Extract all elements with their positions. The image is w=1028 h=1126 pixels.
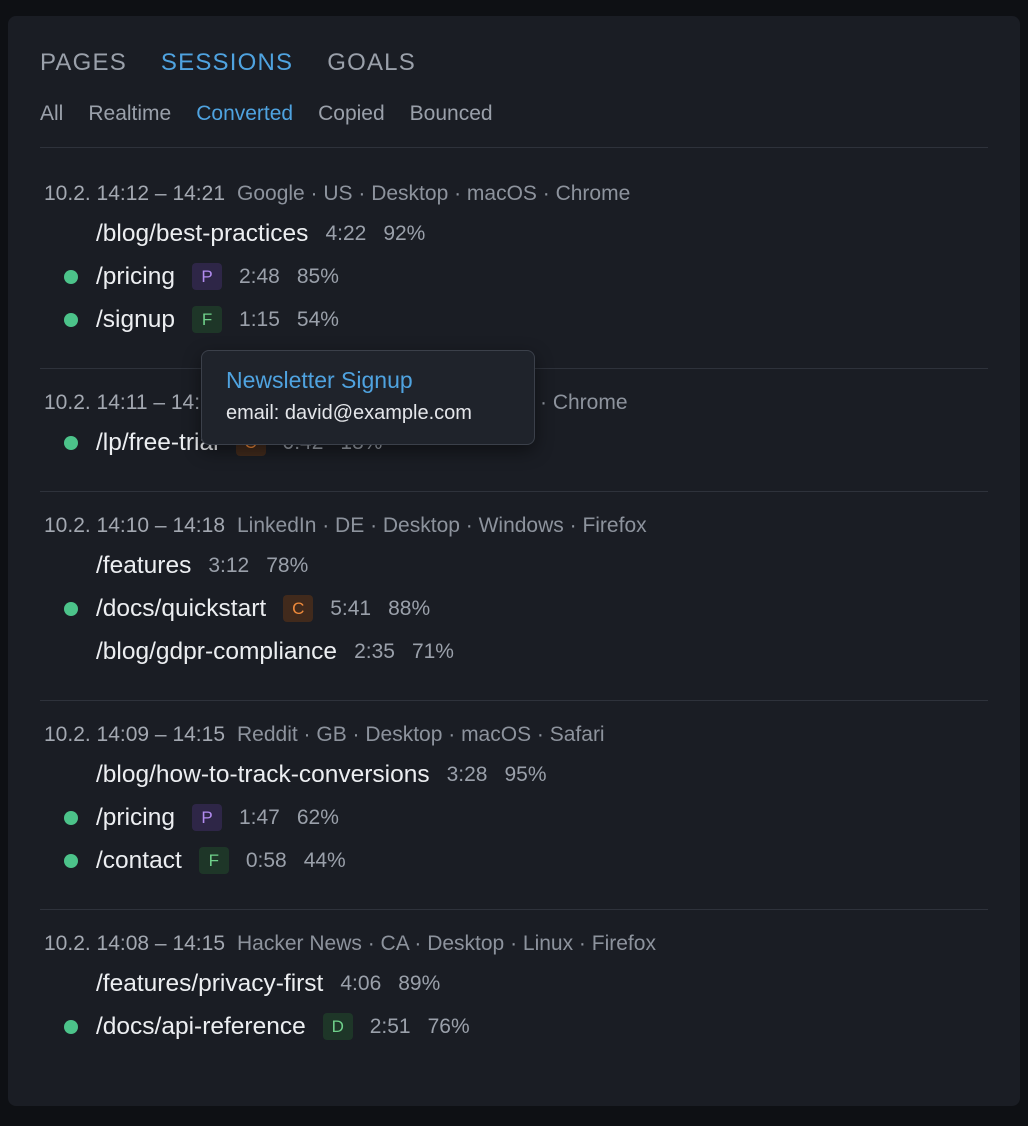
session-time: 10.2. 14:08 – 14:15 — [44, 932, 225, 955]
conversion-dot — [64, 810, 78, 825]
session-time: 10.2. 14:09 – 14:15 — [44, 723, 225, 746]
conversion-dot — [64, 312, 78, 327]
page-duration: 1:47 — [238, 805, 280, 829]
page-row[interactable]: /docs/api-reference D 2:51 76% — [44, 1005, 990, 1048]
page-duration: 2:51 — [369, 1014, 411, 1038]
page-path[interactable]: /docs/api-reference — [96, 1013, 306, 1041]
page-scroll-percent: 89% — [398, 971, 441, 995]
page-path[interactable]: /blog/best-practices — [96, 220, 308, 248]
page-row[interactable]: /features 3:12 78% — [44, 544, 990, 587]
page-path[interactable]: /features/privacy-first — [96, 970, 323, 998]
session-meta: 10.2. 14:08 – 14:15 Hacker News · CA · De… — [44, 931, 990, 957]
page-path[interactable]: /blog/gdpr-compliance — [96, 638, 337, 666]
conversion-dot — [64, 853, 78, 868]
divider — [40, 700, 988, 701]
page-row[interactable]: /blog/gdpr-compliance 2:35 71% — [44, 630, 990, 673]
session-item[interactable]: 10.2. 14:10 – 14:18 LinkedIn · DE · Deskt… — [44, 513, 990, 673]
page-duration: 3:12 — [208, 553, 250, 577]
session-time: 10.2. 14:12 – 14:21 — [44, 182, 225, 205]
session-info: LinkedIn · DE · Desktop · Windows · Fire… — [237, 514, 647, 537]
page-scroll-percent: 88% — [388, 596, 431, 620]
view-tabs: PAGES SESSIONS GOALS — [40, 49, 416, 77]
tooltip-detail: email: david@example.com — [226, 402, 472, 424]
divider — [40, 909, 988, 910]
conversion-dot — [64, 1019, 78, 1034]
page-duration: 1:15 — [239, 307, 280, 331]
page-scroll-percent: 62% — [296, 805, 339, 829]
page-path[interactable]: /contact — [96, 847, 182, 875]
goal-badge[interactable]: P — [191, 804, 222, 831]
session-time: 10.2. 14:10 – 14:18 — [44, 514, 225, 537]
tooltip-title: Newsletter Signup — [226, 367, 413, 393]
conversion-dot — [64, 269, 78, 284]
page-duration: 0:58 — [245, 848, 287, 872]
page-row[interactable]: /pricing P 2:48 85% — [44, 255, 990, 298]
tab-sessions[interactable]: SESSIONS — [161, 49, 293, 77]
page-row[interactable]: /signup F 1:15 54% — [44, 298, 990, 341]
page-duration: 2:48 — [238, 264, 280, 288]
goal-tooltip: Newsletter Signup email: david@example.c… — [201, 350, 535, 445]
page-duration: 2:35 — [354, 639, 395, 663]
page-path[interactable]: /features — [96, 552, 191, 580]
page-scroll-percent: 76% — [427, 1014, 470, 1038]
goal-badge[interactable]: F — [198, 847, 229, 874]
session-time: 10.2. 14:11 – 14: — [44, 391, 201, 414]
page-scroll-percent: 78% — [266, 553, 309, 577]
page-scroll-percent: 85% — [296, 264, 339, 288]
page-scroll-percent: 44% — [303, 848, 346, 872]
page-path[interactable]: /docs/quickstart — [96, 595, 266, 623]
page-scroll-percent: 54% — [296, 307, 339, 331]
page-path[interactable]: /pricing — [96, 804, 175, 832]
page-path[interactable]: /pricing — [96, 263, 175, 291]
session-info: Reddit · GB · Desktop · macOS · Safari — [237, 723, 605, 746]
page-scroll-percent: 92% — [383, 221, 426, 245]
goal-badge[interactable]: P — [191, 263, 222, 290]
filter-converted[interactable]: Converted — [196, 102, 293, 126]
conversion-dot — [64, 601, 78, 616]
goal-badge[interactable]: D — [322, 1013, 353, 1040]
tab-pages[interactable]: PAGES — [40, 49, 127, 77]
filter-copied[interactable]: Copied — [318, 102, 385, 126]
goal-badge[interactable]: C — [283, 595, 314, 622]
page-row[interactable]: /contact F 0:58 44% — [44, 839, 990, 882]
page-row[interactable]: /blog/best-practices 4:22 92% — [44, 212, 990, 255]
session-item[interactable]: 10.2. 14:09 – 14:15 Reddit · GB · Desktop… — [44, 722, 990, 882]
page-path[interactable]: /signup — [96, 306, 175, 334]
session-item[interactable]: 10.2. 14:12 – 14:21 Google · US · Desktop… — [44, 181, 990, 341]
divider — [40, 147, 988, 148]
session-meta: 10.2. 14:12 – 14:21 Google · US · Desktop… — [44, 181, 990, 207]
session-item[interactable]: 10.2. 14:08 – 14:15 Hacker News · CA · De… — [44, 931, 990, 1048]
page-duration: 4:22 — [325, 221, 367, 245]
page-scroll-percent: 71% — [411, 639, 454, 663]
session-filters: All Realtime Converted Copied Bounced — [40, 102, 493, 126]
session-info: · Chrome — [540, 391, 628, 414]
sessions-panel: PAGES SESSIONS GOALS All Realtime Conver… — [8, 16, 1020, 1106]
page-duration: 3:28 — [446, 762, 488, 786]
session-meta: 10.2. 14:10 – 14:18 LinkedIn · DE · Deskt… — [44, 513, 990, 539]
page-row[interactable]: /pricing P 1:47 62% — [44, 796, 990, 839]
session-meta: 10.2. 14:09 – 14:15 Reddit · GB · Desktop… — [44, 722, 990, 748]
filter-bounced[interactable]: Bounced — [410, 102, 493, 126]
session-info: Google · US · Desktop · macOS · Chrome — [237, 182, 631, 205]
goal-badge[interactable]: F — [192, 306, 223, 333]
page-duration: 5:41 — [330, 596, 372, 620]
divider — [40, 491, 988, 492]
filter-all[interactable]: All — [40, 102, 63, 126]
session-info: Hacker News · CA · Desktop · Linux · Fir… — [237, 932, 656, 955]
page-duration: 4:06 — [340, 971, 382, 995]
conversion-dot — [64, 435, 78, 450]
page-row[interactable]: /features/privacy-first 4:06 89% — [44, 962, 990, 1005]
page-path[interactable]: /blog/how-to-track-conversions — [96, 761, 430, 789]
page-row[interactable]: /docs/quickstart C 5:41 88% — [44, 587, 990, 630]
page-scroll-percent: 95% — [504, 762, 547, 786]
page-row[interactable]: /blog/how-to-track-conversions 3:28 95% — [44, 753, 990, 796]
filter-realtime[interactable]: Realtime — [88, 102, 171, 126]
tab-goals[interactable]: GOALS — [327, 49, 416, 77]
